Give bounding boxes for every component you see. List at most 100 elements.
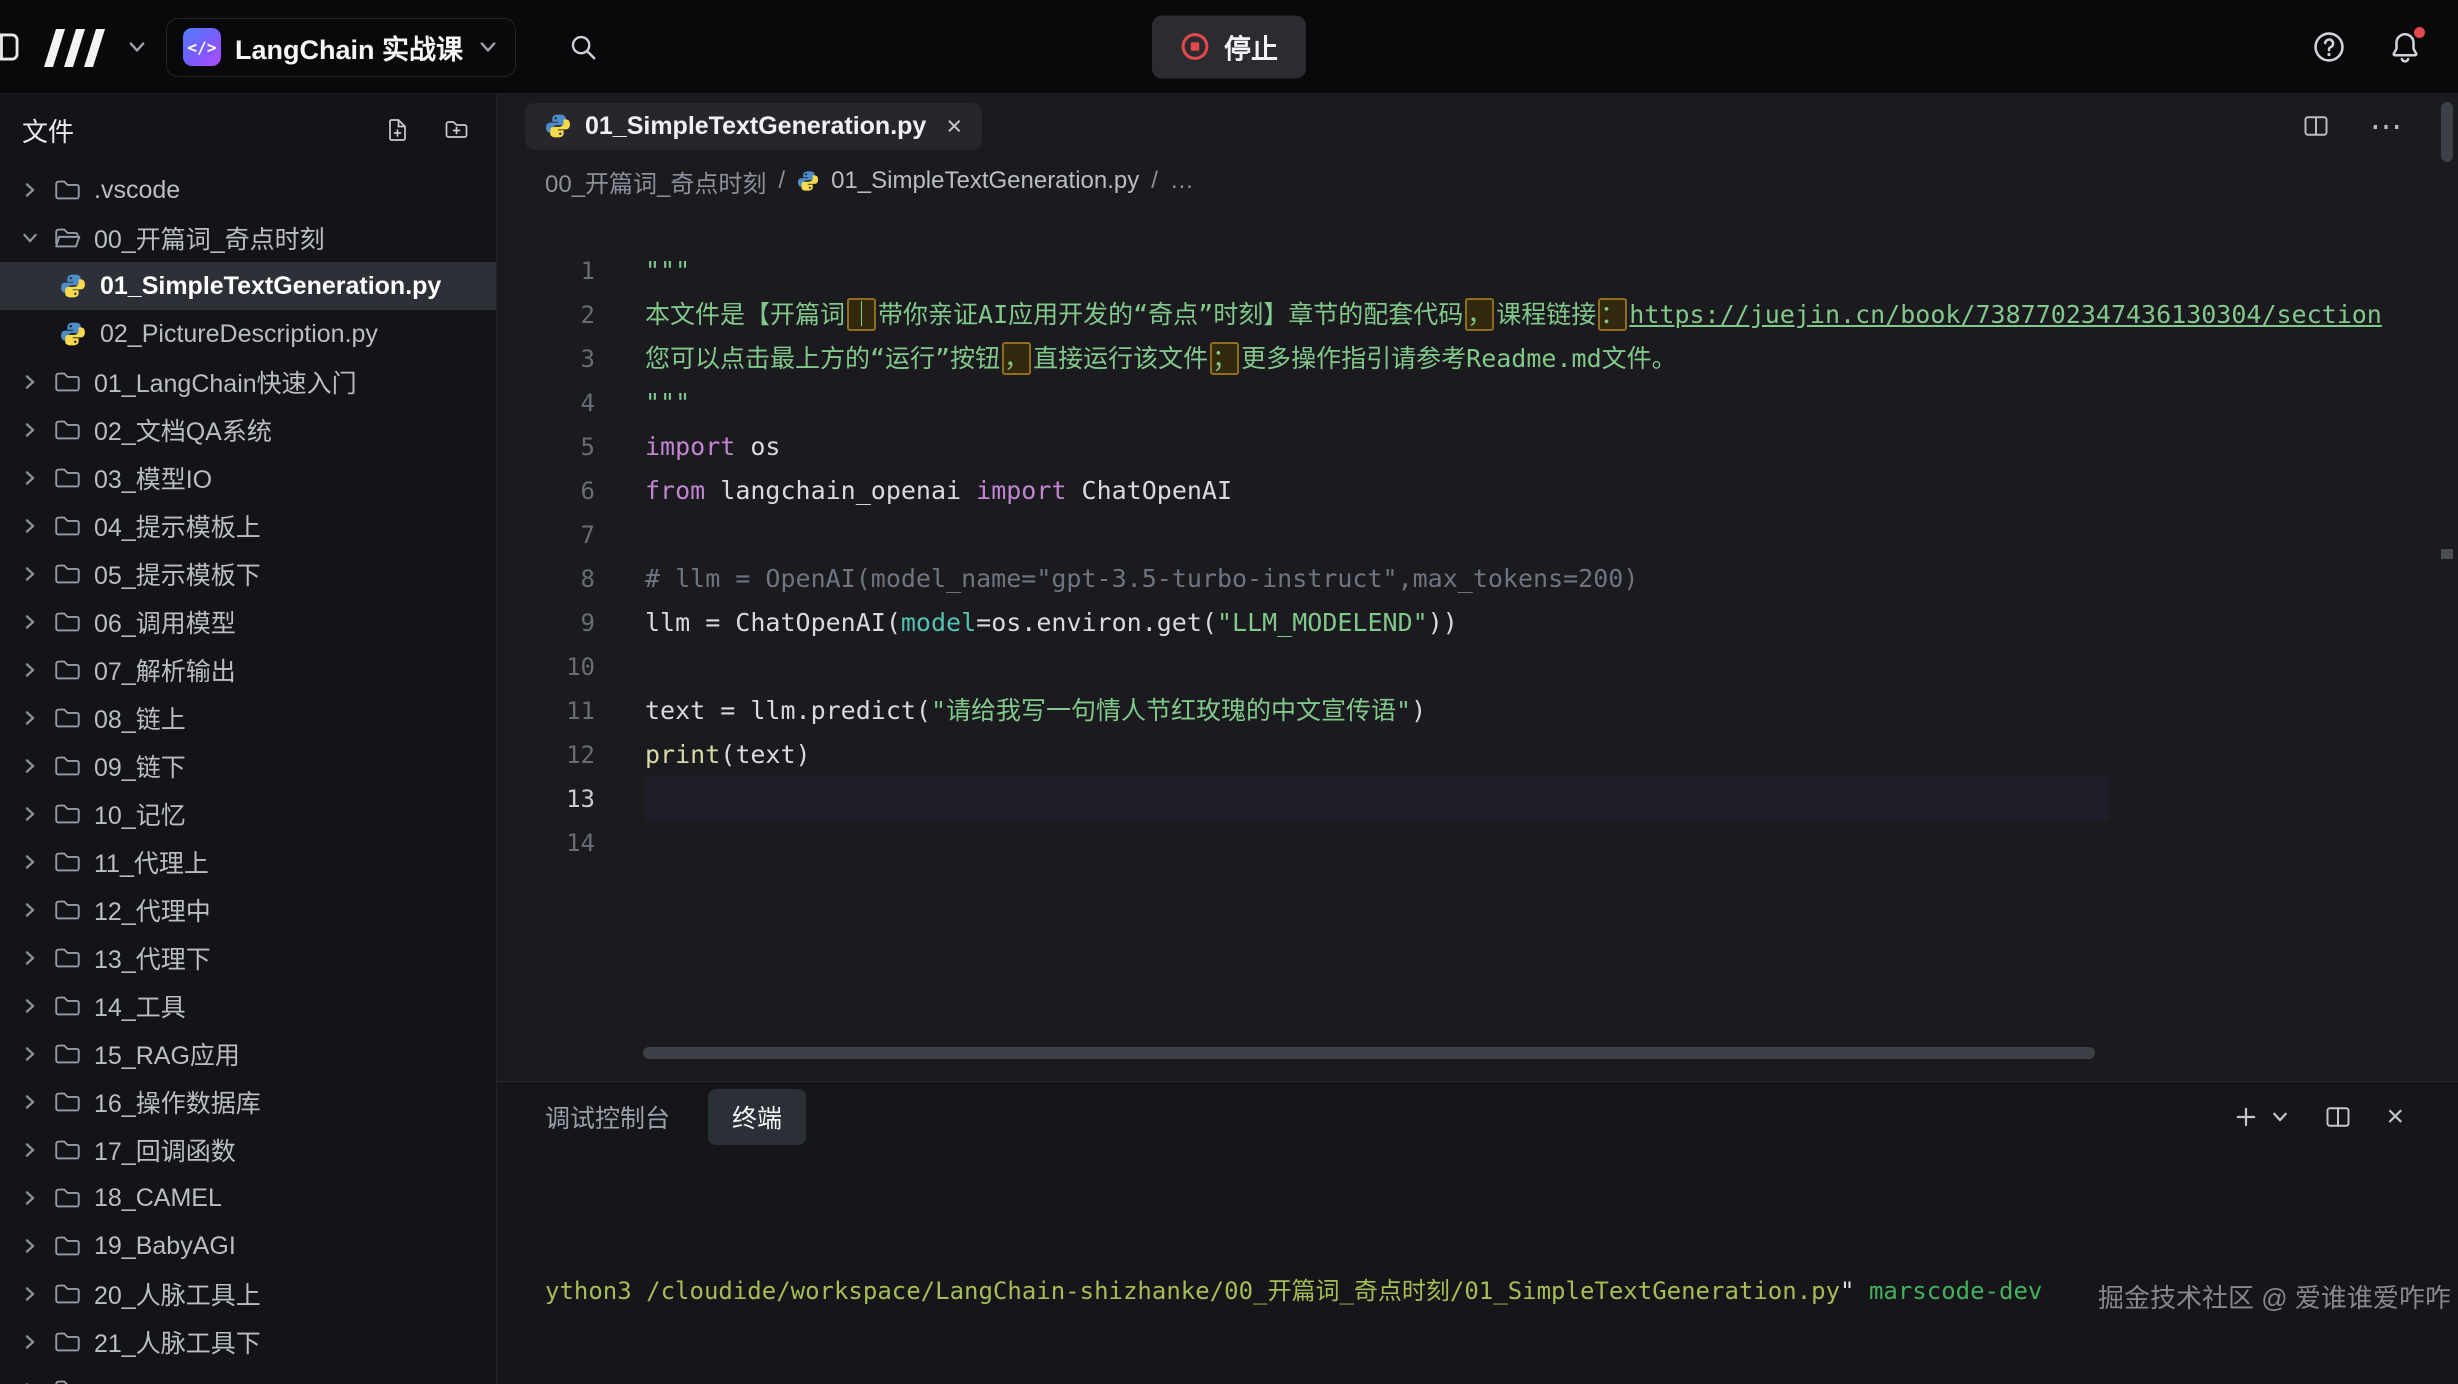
line-number: 14 [497,821,595,865]
more-actions-icon[interactable]: ⋯ [2370,110,2402,142]
folder-icon [54,466,81,490]
tree-item-folder[interactable]: 01_LangChain快速入门 [0,358,496,406]
project-switcher[interactable]: </> LangChain 实战课 [166,18,516,77]
tree-item-folder[interactable]: 09_链下 [0,742,496,790]
code-line[interactable]: 10 [497,645,2458,689]
tree-item-file[interactable]: 02_PictureDescription.py [0,310,496,358]
tree-item-folder[interactable]: 20_人脉工具上 [0,1270,496,1318]
tree-item-folder[interactable]: 06_调用模型 [0,598,496,646]
file-explorer: 文件 .vscode 00_开篇词_奇点时刻 01_SimpleTextGene… [0,94,497,1384]
code-line[interactable]: 8# llm = OpenAI(model_name="gpt-3.5-turb… [497,557,2458,601]
line-number: 10 [497,645,595,689]
chevron-right-icon [20,900,54,920]
tree-item-folder[interactable]: 14_工具 [0,982,496,1030]
tree-item-folder-partial[interactable] [0,1366,496,1384]
stop-icon [1180,32,1210,62]
tree-item-folder[interactable]: 03_模型IO [0,454,496,502]
tree-item-folder[interactable]: 13_代理下 [0,934,496,982]
layout-toggle-icon[interactable] [0,30,22,64]
line-number: 1 [497,249,595,293]
close-icon[interactable]: × [946,113,962,140]
chevron-right-icon [20,1284,54,1304]
overview-ruler-mark [2441,549,2453,559]
chevron-right-icon [20,1380,54,1384]
code-line[interactable]: 14 [497,821,2458,865]
code-line[interactable]: 6from langchain_openai import ChatOpenAI [497,469,2458,513]
tree-item-folder[interactable]: 07_解析输出 [0,646,496,694]
code-editor[interactable]: 1""" 2本文件是【开篇词｜带你亲证AI应用开发的“奇点”时刻】章节的配套代码… [497,249,2458,865]
python-icon [545,113,571,139]
tree-item-folder[interactable]: 10_记忆 [0,790,496,838]
tree-item-folder[interactable]: 04_提示模板上 [0,502,496,550]
tree-item-folder[interactable]: 18_CAMEL [0,1174,496,1222]
help-icon[interactable] [2312,30,2346,64]
new-folder-icon[interactable] [443,118,470,142]
folder-icon [54,178,81,202]
tree-item-folder[interactable]: 15_RAG应用 [0,1030,496,1078]
search-icon[interactable] [568,32,598,62]
editor-tab-active[interactable]: 01_SimpleTextGeneration.py × [525,103,982,150]
folder-icon [54,1330,81,1354]
new-file-icon[interactable] [384,118,411,142]
breadcrumb-file[interactable]: 01_SimpleTextGeneration.py [831,167,1139,195]
chevron-right-icon [20,852,54,872]
code-line[interactable]: 3您可以点击最上方的“运行”按钮，直接运行该文件；更多操作指引请参考Readme… [497,337,2458,381]
tree-item-folder[interactable]: .vscode [0,166,496,214]
split-editor-icon[interactable] [2302,112,2330,140]
close-panel-icon[interactable]: × [2386,1102,2404,1132]
code-line[interactable]: 4""" [497,381,2458,425]
tree-item-folder[interactable]: 08_链上 [0,694,496,742]
folder-icon [54,610,81,634]
code-line[interactable]: 5import os [497,425,2458,469]
tree-item-folder[interactable]: 19_BabyAGI [0,1222,496,1270]
folder-icon [54,1234,81,1258]
chevron-right-icon [20,372,54,392]
code-line[interactable]: 12print(text) [497,733,2458,777]
chevron-down-icon[interactable] [126,36,148,58]
breadcrumb-folder[interactable]: 00_开篇词_奇点时刻 [545,164,766,199]
folder-icon [54,370,81,394]
plus-icon [2232,1103,2260,1131]
tab-terminal[interactable]: 终端 [708,1089,806,1145]
code-line[interactable]: 9llm = ChatOpenAI(model=os.environ.get("… [497,601,2458,645]
notification-dot [2414,27,2425,38]
tab-debug-console[interactable]: 调试控制台 [545,1099,670,1135]
code-line[interactable]: 2本文件是【开篇词｜带你亲证AI应用开发的“奇点”时刻】章节的配套代码，课程链接… [497,293,2458,337]
split-terminal-icon[interactable] [2324,1103,2352,1131]
chevron-down-icon [477,36,499,58]
marscode-logo[interactable] [40,27,108,67]
code-line[interactable]: 7 [497,513,2458,557]
chevron-right-icon [20,708,54,728]
tree-item-folder[interactable]: 05_提示模板下 [0,550,496,598]
bell-icon[interactable] [2388,30,2422,64]
chevron-right-icon [20,1236,54,1256]
tree-item-folder[interactable]: 17_回调函数 [0,1126,496,1174]
tree-item-folder[interactable]: 16_操作数据库 [0,1078,496,1126]
new-terminal-button[interactable] [2232,1103,2290,1131]
tree-item-folder-open[interactable]: 00_开篇词_奇点时刻 [0,214,496,262]
breadcrumb-separator: / [1151,167,1158,195]
chevron-right-icon [20,756,54,776]
folder-icon [54,994,81,1018]
tree-item-folder[interactable]: 11_代理上 [0,838,496,886]
tree-item-folder[interactable]: 12_代理中 [0,886,496,934]
folder-icon [54,850,81,874]
line-number: 8 [497,557,595,601]
file-tree: .vscode 00_开篇词_奇点时刻 01_SimpleTextGenerat… [0,166,496,1384]
tree-item-folder[interactable]: 21_人脉工具下 [0,1318,496,1366]
code-line[interactable]: 11text = llm.predict("请给我写一句情人节红玫瑰的中文宣传语… [497,689,2458,733]
panel-header: 调试控制台 终端 × [497,1082,2458,1152]
breadcrumb[interactable]: 00_开篇词_奇点时刻 / 01_SimpleTextGeneration.py… [497,158,2458,204]
line-number: 7 [497,513,595,557]
line-number: 5 [497,425,595,469]
vertical-scrollbar[interactable] [2441,102,2453,162]
breadcrumb-more[interactable]: … [1170,167,1194,195]
horizontal-scrollbar[interactable] [643,1047,2095,1059]
chevron-right-icon [20,948,54,968]
code-line[interactable]: 1""" [497,249,2458,293]
tree-item-folder[interactable]: 02_文档QA系统 [0,406,496,454]
stop-button[interactable]: 停止 [1152,15,1306,78]
code-line-current[interactable]: 13 [497,777,2458,821]
breadcrumb-separator: / [778,167,785,195]
tree-item-file-selected[interactable]: 01_SimpleTextGeneration.py [0,262,496,310]
